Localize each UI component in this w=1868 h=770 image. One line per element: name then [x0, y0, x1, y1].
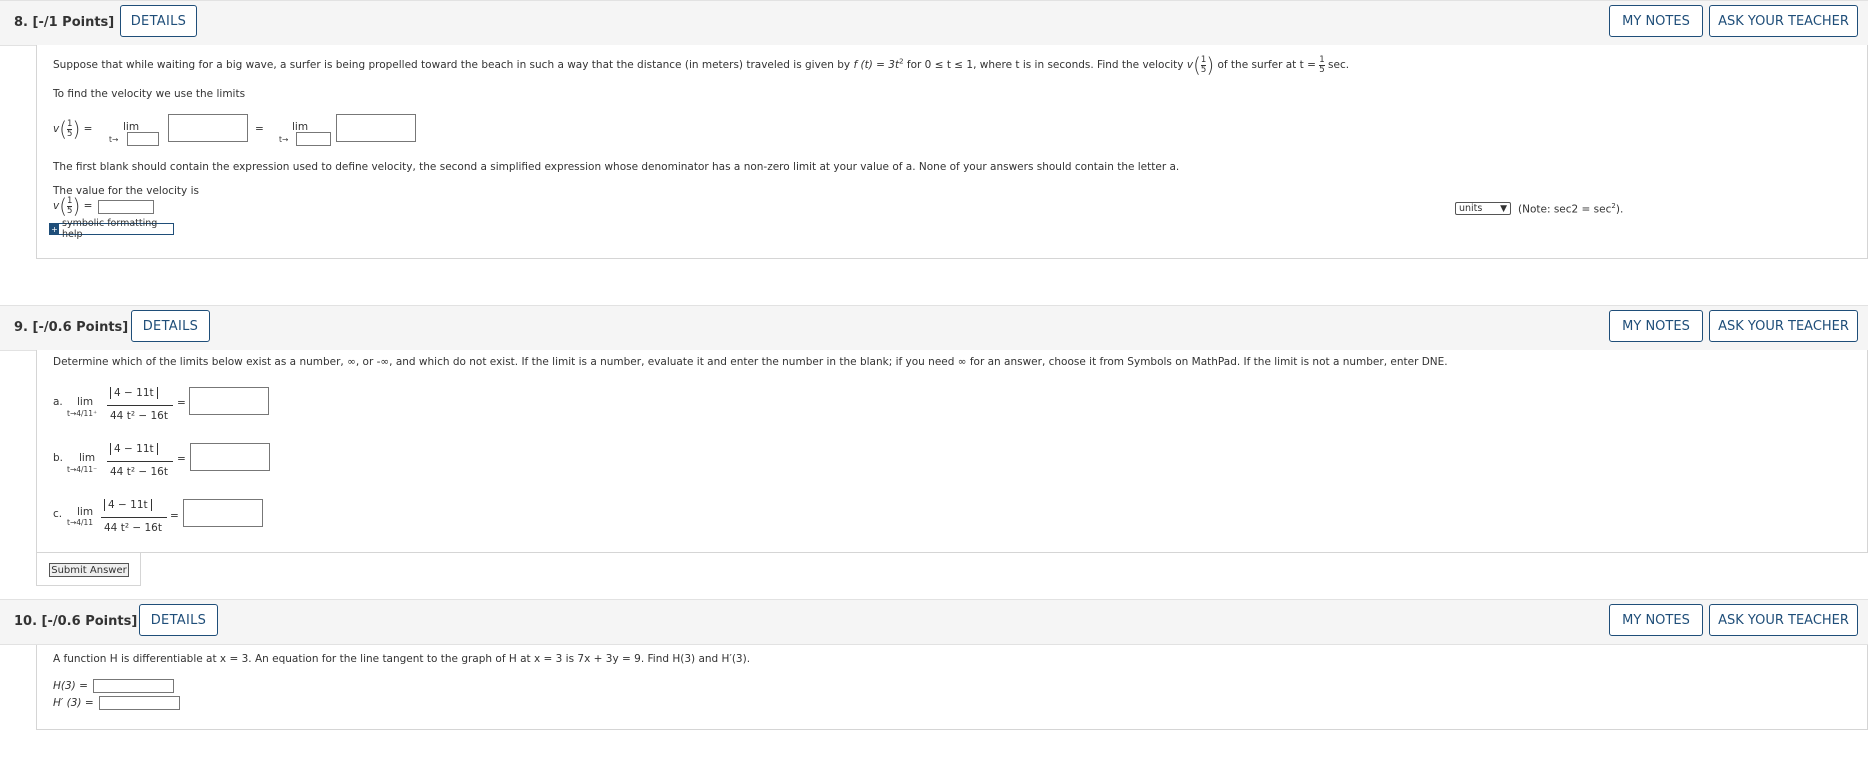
- q10-prompt: A function H is differentiable at x = 3.…: [53, 653, 751, 665]
- q9-ask-teacher-button[interactable]: ASK YOUR TEACHER: [1709, 310, 1858, 342]
- q8-details-button[interactable]: DETAILS: [120, 5, 197, 37]
- q9-part-a-input[interactable]: [189, 387, 269, 415]
- q8-intro: To find the velocity we use the limits: [53, 88, 246, 100]
- q10-title: 10. [-/0.6 Points]: [14, 614, 138, 629]
- q9-body: Determine which of the limits below exis…: [36, 350, 1868, 553]
- q9-part-c-letter: c.: [53, 508, 63, 520]
- q8-limit-expression-input[interactable]: [168, 114, 248, 142]
- q8-symbolic-help-button[interactable]: + symbolic formatting help: [49, 218, 174, 240]
- q8-lim2-sub: t→: [279, 135, 289, 144]
- q10-ask-teacher-button[interactable]: ASK YOUR TEACHER: [1709, 604, 1858, 636]
- q9-part-c-denominator: 44 t² − 16t: [104, 522, 162, 534]
- q10-header: 10. [-/0.6 Points] DETAILS MY NOTES ASK …: [0, 599, 1868, 645]
- q8-lim1-sub: t→: [109, 135, 119, 144]
- q9-part-c-sub: t→4/11: [67, 518, 94, 527]
- q10-hprime-input[interactable]: [99, 696, 180, 710]
- q8-units-value: units: [1459, 203, 1483, 214]
- q9-part-b-equals: =: [177, 453, 186, 465]
- q9-prompt: Determine which of the limits below exis…: [53, 356, 1448, 368]
- q9-part-b-numerator: 4 − 11t: [110, 443, 158, 455]
- q10-hprime-label: H′ (3) =: [53, 697, 94, 709]
- q8-velocity-expr: v(1 5) =: [53, 117, 93, 141]
- q9-part-c-fraction-bar: [101, 517, 167, 518]
- q9-part-a-denominator: 44 t² − 16t: [110, 410, 168, 422]
- q9-part-b-lim: lim: [79, 452, 96, 464]
- q10-details-button[interactable]: DETAILS: [139, 604, 218, 636]
- q9-part-a-equals: =: [177, 397, 186, 409]
- q9-part-c-equals: =: [170, 510, 179, 522]
- q9-part-b-fraction-bar: [107, 461, 173, 462]
- q9-my-notes-button[interactable]: MY NOTES: [1609, 310, 1703, 342]
- q9-part-b-input[interactable]: [190, 443, 270, 471]
- chevron-down-icon: ▼: [1500, 203, 1507, 214]
- q8-velocity-expr2: v(1 5) =: [53, 194, 93, 218]
- q8-lim1-approach-input[interactable]: [127, 132, 159, 146]
- q10-body: A function H is differentiable at x = 3.…: [36, 645, 1868, 730]
- q9-part-a-letter: a.: [53, 396, 63, 408]
- q9-part-c-input[interactable]: [183, 499, 263, 527]
- q8-help-label: symbolic formatting help: [62, 218, 158, 240]
- q8-lim2-approach-input[interactable]: [296, 132, 331, 146]
- q9-title: 9. [-/0.6 Points]: [14, 320, 129, 335]
- q9-part-c-numerator: 4 − 11t: [104, 499, 152, 511]
- q9-details-button[interactable]: DETAILS: [131, 310, 210, 342]
- q8-header: 8. [-/1 Points] DETAILS MY NOTES ASK YOU…: [0, 0, 1868, 46]
- q8-my-notes-button[interactable]: MY NOTES: [1609, 5, 1703, 37]
- q8-ask-teacher-button[interactable]: ASK YOUR TEACHER: [1709, 5, 1858, 37]
- q9-submit-button[interactable]: Submit Answer: [49, 563, 129, 577]
- q9-part-b-sub: t→4/11⁻: [67, 465, 98, 474]
- q9-part-b-denominator: 44 t² − 16t: [110, 466, 168, 478]
- q10-h-label: H(3) =: [53, 680, 88, 692]
- q9-part-b-letter: b.: [53, 452, 64, 464]
- q9-part-a-numerator: 4 − 11t: [110, 387, 158, 399]
- q9-part-a-sub: t→4/11⁺: [67, 409, 98, 418]
- q8-equals2: =: [255, 123, 264, 135]
- q8-instructions: The first blank should contain the expre…: [53, 161, 1180, 173]
- help-icon: +: [50, 224, 59, 234]
- q8-velocity-answer-input[interactable]: [98, 200, 154, 214]
- q8-simplified-expression-input[interactable]: [336, 114, 416, 142]
- q8-title: 8. [-/1 Points]: [14, 15, 115, 30]
- q9-submit-area: Submit Answer: [36, 553, 141, 586]
- q10-my-notes-button[interactable]: MY NOTES: [1609, 604, 1703, 636]
- q9-part-a-lim: lim: [77, 396, 94, 408]
- q9-part-c-lim: lim: [77, 506, 94, 518]
- q9-header: 9. [-/0.6 Points] DETAILS MY NOTES ASK Y…: [0, 305, 1868, 351]
- q8-body: Suppose that while waiting for a big wav…: [36, 45, 1868, 259]
- q8-prompt: Suppose that while waiting for a big wav…: [53, 53, 1350, 77]
- q8-units-select[interactable]: units ▼: [1455, 202, 1511, 215]
- q10-h-input[interactable]: [93, 679, 174, 693]
- q9-part-a-fraction-bar: [107, 405, 173, 406]
- q8-units-note: (Note: sec2 = sec2).: [1518, 202, 1624, 216]
